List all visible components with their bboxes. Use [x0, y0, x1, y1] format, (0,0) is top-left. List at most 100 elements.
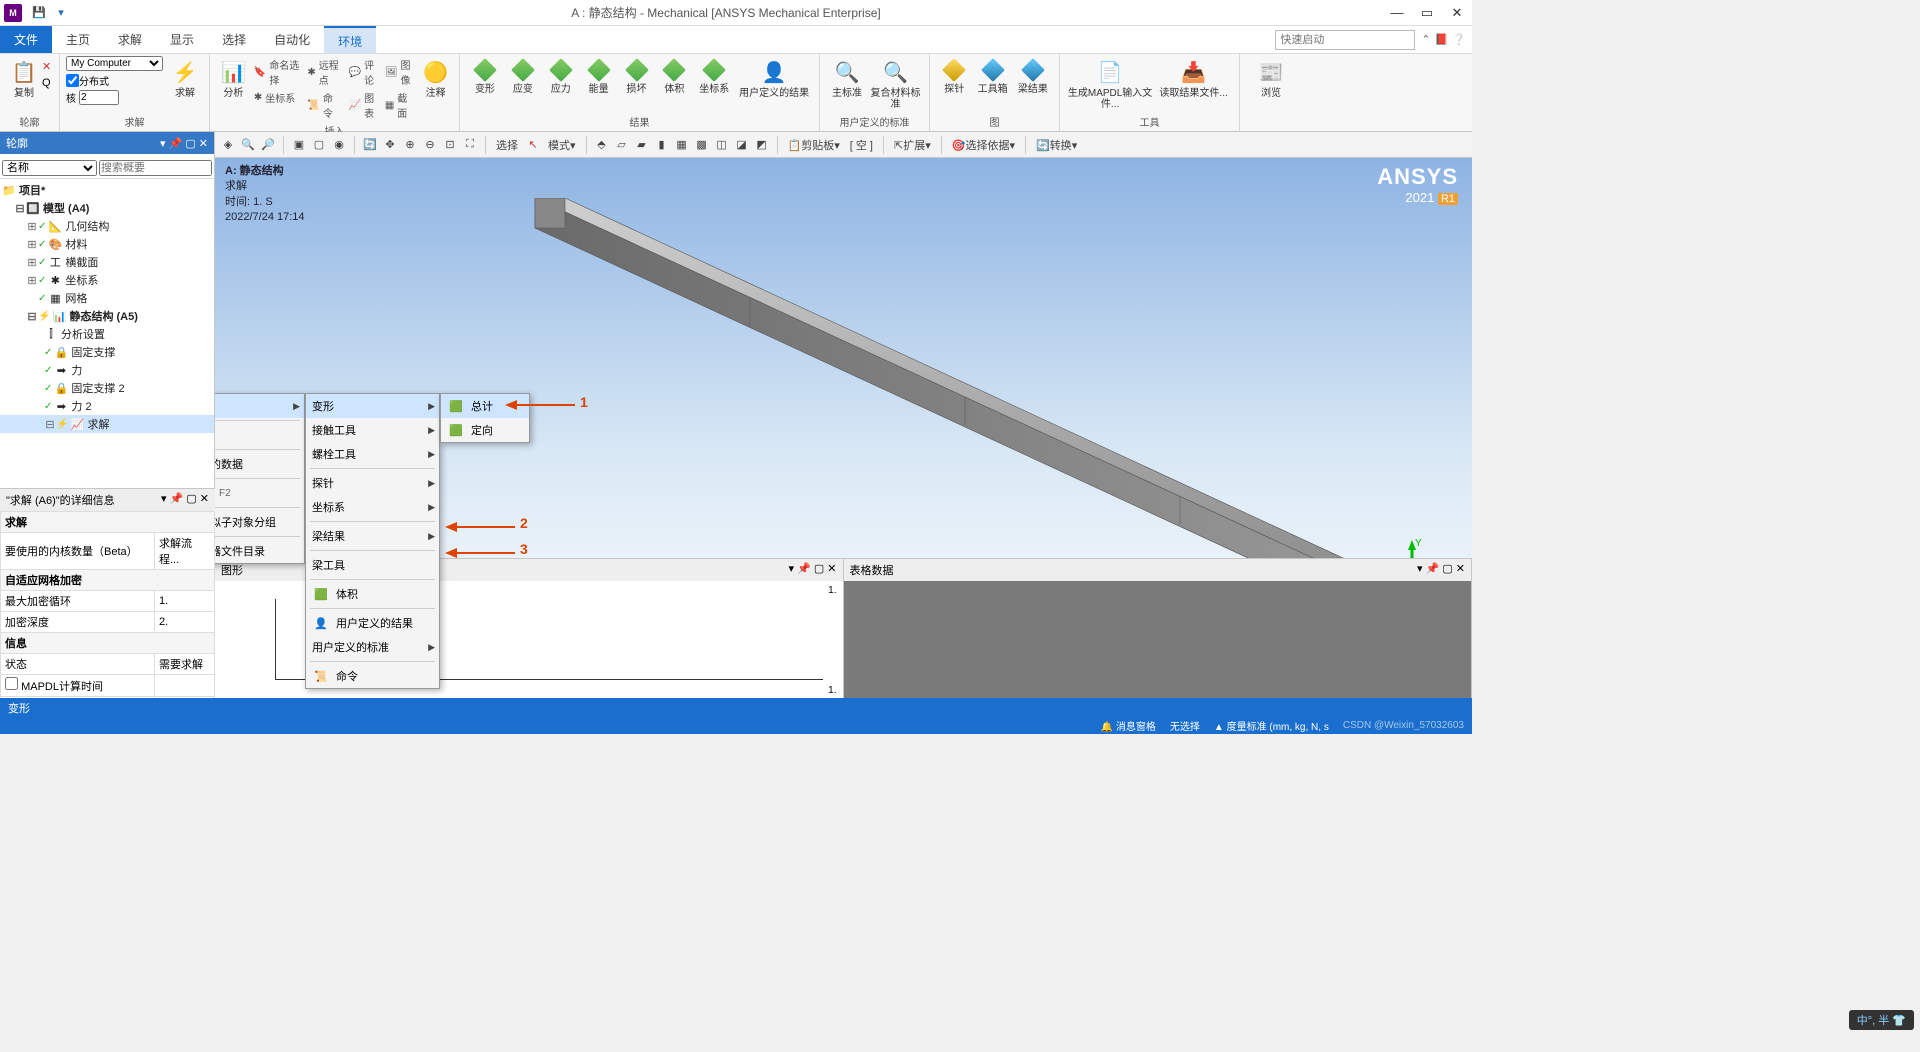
user-result-button[interactable]: 👤用户定义的结果 [735, 56, 813, 101]
composite-std-button[interactable]: 🔍复合材料标准 [868, 56, 923, 112]
selectby-dropdown[interactable]: 🎯选择依据▾ [948, 137, 1019, 153]
qat-dropdown-icon[interactable]: ▾ [52, 4, 70, 22]
ctx-group[interactable]: 📁将所有相似子对象分组 [215, 510, 304, 534]
ctx-insert[interactable]: 插入▶ [215, 394, 304, 418]
details-pin-icon[interactable]: ▾ 📌 ▢ ✕ [161, 492, 209, 508]
tab-environment[interactable]: 环境 [324, 26, 376, 53]
comment-button[interactable]: 💬评论 [346, 56, 382, 88]
zoom-box-icon[interactable]: ⊡ [441, 136, 459, 154]
outline-filter-select[interactable]: 名称 [2, 160, 97, 176]
named-sel-button[interactable]: 🔖命名选择 [251, 56, 305, 88]
zoom-icon[interactable]: 🔎 [259, 136, 277, 154]
ctx-solve[interactable]: ⚡求解 [215, 423, 304, 447]
damage-button[interactable]: 损坏 [618, 56, 656, 101]
ctx-beam-result[interactable]: 梁结果▶ [306, 524, 439, 548]
clipboard-dropdown[interactable]: 📋剪贴板▾ [784, 137, 844, 153]
zoom-fit-icon[interactable]: 🔍 [239, 136, 257, 154]
element-icon[interactable]: ▩ [693, 136, 711, 154]
vertex-icon[interactable]: ⬘ [593, 136, 611, 154]
fit-icon[interactable]: ⛶ [461, 136, 479, 154]
ctx-directional[interactable]: 🟩定向 [441, 418, 529, 442]
shaded-icon[interactable]: ◉ [330, 136, 348, 154]
help-expand-icon[interactable]: ⌃ [1421, 33, 1430, 46]
command-button[interactable]: 📜命令 [304, 89, 345, 121]
graphics-viewport[interactable]: A: 静态结构 求解 时间: 1. S 2022/7/24 17:14 ANSY… [215, 158, 1472, 698]
select-cursor-icon[interactable]: ↖ [524, 136, 542, 154]
help-book-icon[interactable]: 📕 [1435, 33, 1449, 46]
body-icon[interactable]: ▮ [653, 136, 671, 154]
main-std-button[interactable]: 🔍主标准 [826, 56, 868, 112]
analysis-button[interactable]: 📊分析 [216, 56, 251, 121]
ctx-probe[interactable]: 探针▶ [306, 471, 439, 495]
remote-pt-button[interactable]: ✱远程点 [304, 56, 345, 88]
save-icon[interactable]: 💾 [30, 4, 48, 22]
deform-button[interactable]: 变形 [466, 56, 504, 101]
ctx-user-std[interactable]: 用户定义的标准▶ [306, 635, 439, 659]
ctx-command[interactable]: 📜命令 [306, 664, 439, 688]
mapdl-time-checkbox[interactable] [5, 677, 18, 690]
pin-icon[interactable]: ▾ 📌 ▢ ✕ [160, 137, 208, 150]
extend-dropdown[interactable]: ⇱扩展▾ [890, 137, 935, 153]
ctx-beam-tool[interactable]: 梁工具 [306, 553, 439, 577]
mapdl-input-button[interactable]: 📄生成MAPDL输入文件... [1066, 56, 1154, 112]
cube-view-icon[interactable]: ▣ [290, 136, 308, 154]
stress-button[interactable]: 应力 [542, 56, 580, 101]
cores-input[interactable] [79, 90, 119, 105]
copy-button[interactable]: 📋复制 [6, 56, 42, 101]
help-question-icon[interactable]: ❔ [1452, 33, 1466, 46]
energy-button[interactable]: 能量 [580, 56, 618, 101]
computer-select[interactable]: My Computer [66, 56, 163, 71]
graph-pin-icon[interactable]: ▾ 📌 ▢ ✕ [789, 562, 837, 578]
ctx-volume[interactable]: 🟩体积 [306, 582, 439, 606]
volume-button[interactable]: 体积 [655, 56, 693, 101]
search-icon[interactable]: Q [42, 77, 51, 89]
sel-a-icon[interactable]: ◫ [713, 136, 731, 154]
tab-display[interactable]: 显示 [156, 26, 208, 53]
status-messages[interactable]: 🔔 消息窗格 [1101, 718, 1156, 733]
tab-select[interactable]: 选择 [208, 26, 260, 53]
outline-tree[interactable]: 📁项目* ⊟🔲模型 (A4) ⊞✓📐几何结构 ⊞✓🎨材料 ⊞✓工横截面 ⊞✓✱坐… [0, 179, 214, 488]
beam-result-button[interactable]: 梁结果 [1013, 56, 1053, 97]
tab-solve[interactable]: 求解 [104, 26, 156, 53]
coord-sys-button[interactable]: ✱坐标系 [251, 89, 305, 106]
tree-solution-node[interactable]: ⊟⚡📈求解 [0, 415, 214, 433]
rotate-icon[interactable]: 🔄 [361, 136, 379, 154]
sel-c-icon[interactable]: ◩ [753, 136, 771, 154]
tab-file[interactable]: 文件 [0, 26, 52, 53]
ctx-user-result[interactable]: 👤用户定义的结果 [306, 611, 439, 635]
annotate-button[interactable]: 🟡注释 [418, 56, 453, 121]
ctx-rename[interactable]: ab重命名F2 [215, 481, 304, 505]
mapdl-read-button[interactable]: 📥读取结果文件... [1154, 56, 1233, 112]
minimize-button[interactable]: — [1382, 0, 1412, 26]
quickstart-search[interactable] [1275, 30, 1415, 50]
zoom-out-icon[interactable]: ⊖ [421, 136, 439, 154]
tab-home[interactable]: 主页 [52, 26, 104, 53]
ctx-bolt-tool[interactable]: 螺栓工具▶ [306, 442, 439, 466]
browse-button[interactable]: 📰浏览 [1246, 56, 1296, 101]
pan-icon[interactable]: ✥ [381, 136, 399, 154]
wireframe-icon[interactable]: ▢ [310, 136, 328, 154]
ctx-cs[interactable]: 坐标系▶ [306, 495, 439, 519]
delete-icon[interactable]: ✕ [42, 60, 51, 73]
strain-button[interactable]: 应变 [504, 56, 542, 101]
ctx-clear[interactable]: 🧹清除生成的数据 [215, 452, 304, 476]
solve-button[interactable]: ⚡求解 [167, 56, 203, 101]
ctx-contact-tool[interactable]: 接触工具▶ [306, 418, 439, 442]
chart-button[interactable]: 📈图表 [346, 89, 382, 121]
isometric-icon[interactable]: ◈ [219, 136, 237, 154]
distributed-checkbox[interactable] [66, 74, 79, 87]
ctx-open-solver-dir[interactable]: 📂打开求解器文件目录 [215, 539, 304, 563]
maximize-button[interactable]: ▭ [1412, 0, 1442, 26]
sel-b-icon[interactable]: ◪ [733, 136, 751, 154]
image-button[interactable]: 🖼图像 [382, 56, 418, 88]
convert-dropdown[interactable]: 🔄转换▾ [1032, 137, 1081, 153]
node-icon[interactable]: ▦ [673, 136, 691, 154]
coord-button[interactable]: 坐标系 [693, 56, 735, 101]
table-pin-icon[interactable]: ▾ 📌 ▢ ✕ [1417, 562, 1465, 578]
zoom-in-icon[interactable]: ⊕ [401, 136, 419, 154]
toolbox-button[interactable]: 工具箱 [972, 56, 1012, 97]
close-button[interactable]: ✕ [1442, 0, 1472, 26]
tab-automation[interactable]: 自动化 [260, 26, 324, 53]
face-icon[interactable]: ▰ [633, 136, 651, 154]
mode-dropdown[interactable]: 模式▾ [544, 137, 580, 153]
